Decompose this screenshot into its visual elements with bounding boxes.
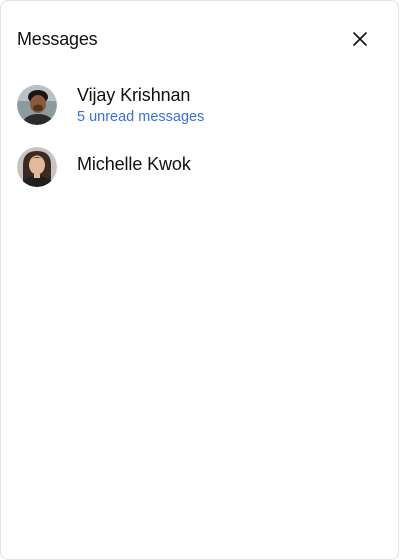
messages-panel: Messages Vijay Krishnan 5 unread message…	[0, 0, 399, 560]
conversation-item-vijay-krishnan[interactable]: Vijay Krishnan 5 unread messages	[1, 81, 398, 143]
unread-count-label: 5 unread messages	[77, 109, 205, 125]
close-button[interactable]	[348, 27, 372, 51]
contact-name: Michelle Kwok	[77, 154, 191, 174]
avatar	[17, 147, 57, 187]
conversation-list: Vijay Krishnan 5 unread messages Michell…	[1, 81, 398, 205]
conversation-item-michelle-kwok[interactable]: Michelle Kwok	[1, 143, 398, 205]
close-icon	[353, 32, 367, 46]
panel-header: Messages	[17, 27, 382, 51]
panel-title: Messages	[17, 29, 98, 49]
avatar	[17, 85, 57, 125]
contact-name: Vijay Krishnan	[77, 85, 191, 105]
